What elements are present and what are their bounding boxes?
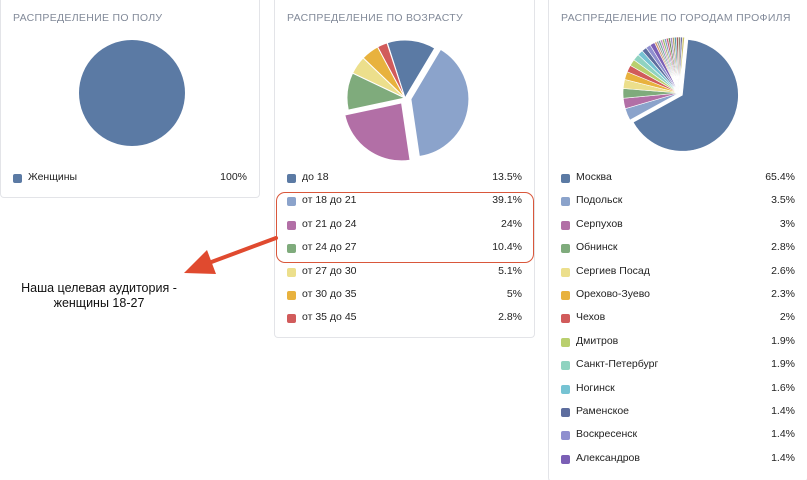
legend-label: от 27 до 30 — [302, 264, 357, 277]
legend-value: 3.5% — [771, 194, 795, 207]
legend-label: Сергиев Посад — [576, 264, 650, 277]
gender-card-title: РАСПРЕДЕЛЕНИЕ ПО ПОЛУ — [13, 12, 163, 24]
legend-swatch — [561, 174, 570, 183]
legend-label: Женщины — [28, 171, 78, 183]
legend-label: Москва — [576, 171, 612, 183]
gender-pie-chart — [79, 40, 185, 146]
legend-row-ногинск[interactable]: Ногинск 1.6% — [561, 380, 795, 403]
legend-value: 1.6% — [771, 381, 795, 394]
legend-swatch — [561, 407, 570, 417]
legend-row-от-30-до-35[interactable]: от 30 до 35 5% — [287, 286, 522, 309]
legend-value: 2.3% — [771, 287, 795, 300]
legend-row-москва[interactable]: Москва 65.4% — [561, 169, 795, 192]
legend-value: 5% — [506, 287, 522, 300]
annotation-text: Наша целевая аудитория - женщины 18-27 — [21, 281, 177, 310]
legend-row-подольск[interactable]: Подольск 3.5% — [561, 192, 795, 215]
legend-swatch — [287, 197, 296, 207]
legend-label: от 21 до 24 — [302, 217, 357, 230]
legend-value: 2.6% — [771, 264, 795, 277]
legend-swatch — [561, 454, 570, 464]
legend-value: 2% — [779, 311, 795, 324]
legend-label: Воскресенск — [576, 428, 638, 441]
legend-swatch — [13, 174, 22, 183]
legend-row-от-35-до-45[interactable]: от 35 до 45 2.8% — [287, 309, 522, 332]
age-pie-chart — [344, 39, 470, 162]
legend-value: 24% — [500, 217, 522, 230]
legend-label: Орехово-Зуево — [576, 287, 650, 300]
pie-slice-от-21-до-24[interactable] — [344, 102, 411, 162]
legend-value: 3% — [779, 217, 795, 230]
legend-label: Санкт-Петербург — [576, 358, 659, 371]
legend-label: от 18 до 21 — [302, 194, 357, 207]
legend-value: 2.8% — [498, 311, 522, 324]
legend-swatch — [561, 337, 570, 347]
gender-legend: Женщины 100% — [13, 169, 247, 192]
legend-row-до-18[interactable]: до 18 13.5% — [287, 169, 522, 192]
legend-value: 2.8% — [771, 241, 795, 254]
legend-label: Чехов — [576, 311, 606, 324]
legend-value: 1.4% — [771, 451, 795, 464]
legend-value: 1.4% — [771, 404, 795, 417]
legend-row-обнинск[interactable]: Обнинск 2.8% — [561, 239, 795, 262]
legend-label: Александров — [576, 451, 640, 464]
legend-row-дмитров[interactable]: Дмитров 1.9% — [561, 333, 795, 356]
legend-label: Ногинск — [576, 381, 615, 394]
legend-row-от-27-до-30[interactable]: от 27 до 30 5.1% — [287, 263, 522, 286]
legend-swatch — [287, 220, 296, 230]
legend-value: 1.9% — [771, 334, 795, 347]
age-card: РАСПРЕДЕЛЕНИЕ ПО ВОЗРАСТУ до 18 13.5% от 1… — [274, 0, 535, 338]
pie-slice-женщины[interactable] — [79, 40, 185, 146]
legend-value: 65.4% — [765, 171, 795, 183]
legend-value: 13.5% — [492, 171, 522, 183]
city-pie-chart — [622, 36, 739, 152]
legend-label: Раменское — [576, 404, 629, 417]
legend-row-серпухов[interactable]: Серпухов 3% — [561, 216, 795, 239]
legend-label: Обнинск — [576, 241, 618, 254]
legend-label: до 18 — [302, 171, 329, 183]
legend-row-раменское[interactable]: Раменское 1.4% — [561, 403, 795, 426]
legend-swatch — [561, 431, 570, 441]
legend-swatch — [561, 244, 570, 254]
legend-label: от 24 до 27 — [302, 241, 357, 254]
legend-swatch — [561, 197, 570, 207]
legend-swatch — [561, 314, 570, 324]
legend-value: 100% — [220, 171, 247, 183]
legend-value: 1.9% — [771, 358, 795, 371]
legend-row-от-21-до-24[interactable]: от 21 до 24 24% — [287, 216, 522, 239]
legend-swatch — [561, 220, 570, 230]
legend-label: Дмитров — [576, 334, 619, 347]
legend-row-от-18-до-21[interactable]: от 18 до 21 39.1% — [287, 192, 522, 215]
city-legend: Москва 65.4% Подольск 3.5% Серпухов 3% Обнинск… — [561, 169, 795, 473]
legend-swatch — [287, 267, 296, 277]
legend-swatch — [287, 174, 296, 183]
city-card: РАСПРЕДЕЛЕНИЕ ПО ГОРОДАМ ПРОФИЛЯ Москва 6… — [548, 0, 807, 480]
legend-label: от 30 до 35 — [302, 287, 357, 300]
legend-swatch — [561, 361, 570, 371]
legend-swatch — [287, 290, 296, 300]
legend-value: 39.1% — [492, 194, 522, 207]
city-card-title: РАСПРЕДЕЛЕНИЕ ПО ГОРОДАМ ПРОФИЛЯ — [561, 12, 791, 24]
legend-row-воскресенск[interactable]: Воскресенск 1.4% — [561, 426, 795, 449]
legend-swatch — [287, 314, 296, 324]
legend-row-орехово-зуево[interactable]: Орехово-Зуево 2.3% — [561, 286, 795, 309]
legend-row-чехов[interactable]: Чехов 2% — [561, 309, 795, 332]
legend-row-александров[interactable]: Александров 1.4% — [561, 450, 795, 473]
legend-value: 1.4% — [771, 428, 795, 441]
legend-swatch — [561, 290, 570, 300]
legend-row-женщины[interactable]: Женщины 100% — [13, 169, 247, 192]
legend-value: 10.4% — [492, 241, 522, 254]
legend-row-сергиев-посад[interactable]: Сергиев Посад 2.6% — [561, 263, 795, 286]
age-legend: до 18 13.5% от 18 до 21 39.1% от 21 до 24 24%… — [287, 169, 522, 333]
legend-row-от-24-до-27[interactable]: от 24 до 27 10.4% — [287, 239, 522, 262]
legend-row-санкт-петербург[interactable]: Санкт-Петербург 1.9% — [561, 356, 795, 379]
legend-value: 5.1% — [498, 264, 522, 277]
legend-label: Подольск — [576, 194, 623, 207]
legend-swatch — [287, 244, 296, 254]
legend-label: Серпухов — [576, 217, 623, 230]
legend-swatch — [561, 384, 570, 394]
legend-swatch — [561, 267, 570, 277]
gender-card: РАСПРЕДЕЛЕНИЕ ПО ПОЛУ Женщины 100% — [0, 0, 260, 198]
age-card-title: РАСПРЕДЕЛЕНИЕ ПО ВОЗРАСТУ — [287, 12, 463, 24]
legend-label: от 35 до 45 — [302, 311, 357, 324]
